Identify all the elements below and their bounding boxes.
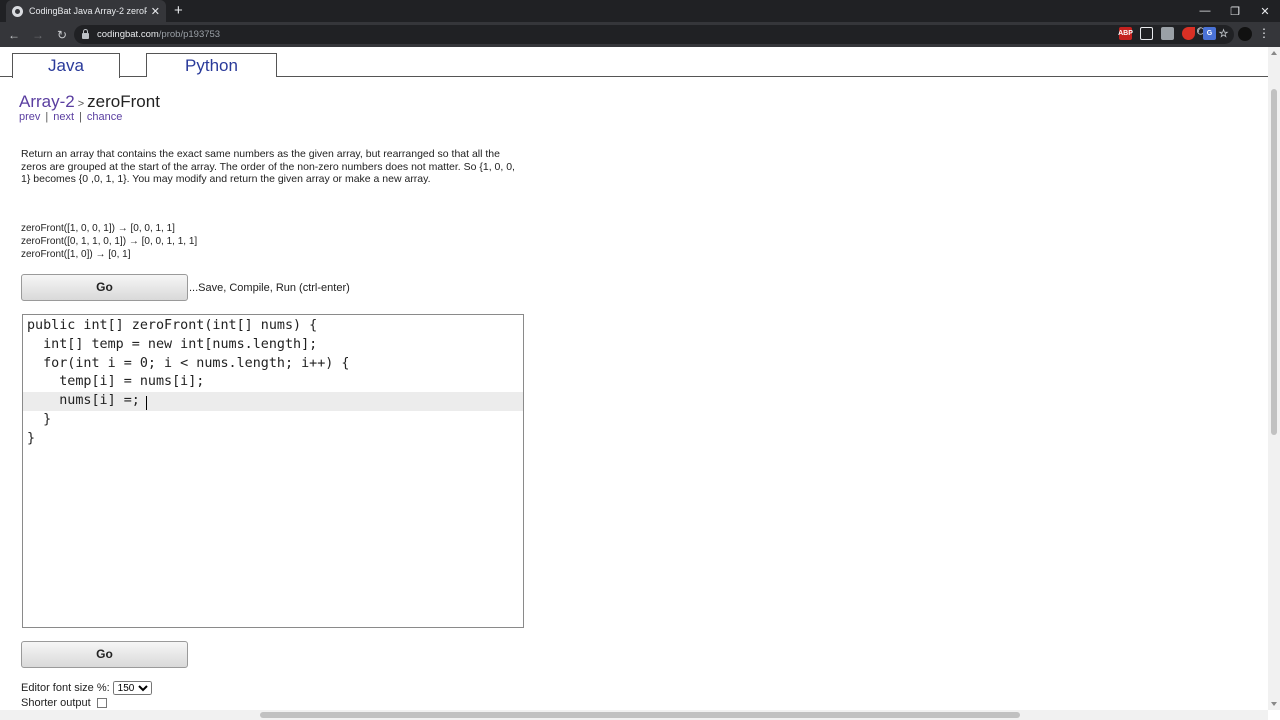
minimize-button[interactable]: — [1190,0,1220,22]
font-size-control: Editor font size %: 150 [21,681,152,695]
problem-title: zeroFront [87,92,160,111]
vertical-scrollbar[interactable] [1268,47,1280,710]
profile-avatar[interactable] [1238,27,1252,41]
example-line: zeroFront([0, 1, 1, 0, 1]) → [0, 0, 1, 1… [21,236,198,247]
breadcrumb-separator: > [77,98,85,110]
globe-icon [12,5,23,17]
browser-tabstrip: CodingBat Java Array-2 zeroFront ✕ + — ❐… [0,0,1280,22]
extension-icon[interactable] [1161,27,1174,40]
horizontal-scrollbar[interactable] [0,710,1268,720]
url-host: codingbat.com [97,29,159,40]
close-tab-icon[interactable]: ✕ [151,5,160,18]
forward-button[interactable]: → [28,25,48,45]
tab-python[interactable]: Python [146,53,277,77]
browser-toolbar: ← → ↻ codingbat.com/prob/p193753 🔍︎ ☆ AB… [0,22,1280,47]
menu-icon[interactable]: ⋮ [1258,26,1270,40]
breadcrumb-section-link[interactable]: Array-2 [19,92,75,111]
scroll-down-icon[interactable] [1271,702,1277,706]
go-button[interactable]: Go [21,274,188,301]
window-controls: — ❐ ✕ [1190,0,1280,22]
tab-java[interactable]: Java [12,53,120,78]
next-link[interactable]: next [53,111,74,123]
red-extension-icon[interactable] [1182,27,1195,40]
code-line: for(int i = 0; i < nums.length; i++) { [27,355,350,371]
example-line: zeroFront([1, 0, 0, 1]) → [0, 0, 1, 1] [21,223,175,234]
text-cursor [146,396,147,410]
address-bar[interactable]: codingbat.com/prob/p193753 🔍︎ ☆ [74,25,1234,44]
breadcrumb: Array-2 > zeroFront [19,92,160,112]
url-text: codingbat.com/prob/p193753 [97,29,220,40]
tab-title: CodingBat Java Array-2 zeroFront [29,6,147,16]
ghost-icon[interactable] [1140,27,1153,40]
restore-button[interactable]: ❐ [1220,0,1250,22]
lock-icon [82,29,89,39]
horizontal-scroll-thumb[interactable] [260,712,1020,718]
code-editor[interactable]: public int[] zeroFront(int[] nums) { int… [22,314,524,628]
close-window-button[interactable]: ✕ [1250,0,1280,22]
scroll-thumb[interactable] [1271,89,1277,435]
reload-button[interactable]: ↻ [52,25,72,45]
examples-list: zeroFront([1, 0, 0, 1]) → [0, 0, 1, 1] z… [21,222,197,261]
code-line: int[] temp = new int[nums.length]; [27,336,318,352]
code-line-active: nums[i] =; [23,392,523,411]
back-button[interactable]: ← [4,25,24,45]
code-line: temp[i] = nums[i]; [27,374,205,390]
code-line: public int[] zeroFront(int[] nums) { [27,318,318,333]
font-size-label: Editor font size %: [21,682,110,694]
nav-separator: | [79,111,82,123]
example-line: zeroFront([1, 0]) → [0, 1] [21,249,131,260]
code-line: } [27,430,36,446]
problem-description: Return an array that contains the exact … [21,148,515,186]
page-content: Java Python Array-2 > zeroFront prev | next |… [0,47,1268,710]
scroll-up-icon[interactable] [1271,51,1277,55]
new-tab-button[interactable]: + [174,2,183,20]
url-path: /prob/p193753 [158,29,221,40]
translate-icon[interactable]: G [1203,27,1216,40]
go-hint: ...Save, Compile, Run (ctrl-enter) [189,282,350,294]
nav-separator: | [45,111,49,123]
problem-nav: prev | next | chance [19,111,122,123]
shorter-output-label: Shorter output [21,697,91,709]
language-tabs: Java Python [0,53,1268,78]
chance-link[interactable]: chance [87,111,122,123]
extensions-bar: ABP G [1118,27,1216,40]
shorter-output-control: Shorter output [21,697,107,709]
browser-tab[interactable]: CodingBat Java Array-2 zeroFront ✕ [6,0,166,22]
star-icon[interactable]: ☆ [1217,27,1230,40]
prev-link[interactable]: prev [19,111,40,123]
go-button-bottom[interactable]: Go [21,641,188,668]
font-size-select[interactable]: 150 [112,681,152,695]
abp-icon[interactable]: ABP [1118,27,1133,40]
shorter-output-checkbox[interactable] [96,698,107,708]
code-line: } [27,412,52,427]
